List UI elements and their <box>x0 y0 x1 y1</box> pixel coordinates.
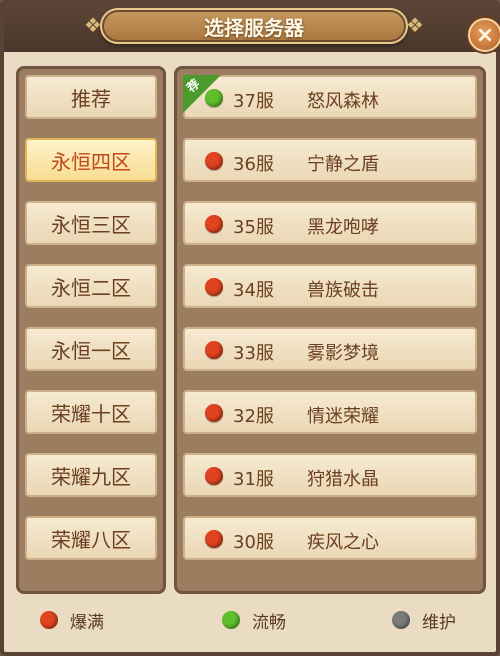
close-button[interactable]: × <box>468 18 500 52</box>
status-full-icon <box>40 611 58 629</box>
server-row-32[interactable]: 32服 情迷荣耀 <box>183 390 477 434</box>
title-bar: ❖ 选择服务器 ❖ <box>4 4 500 52</box>
zone-tab-eternal-4[interactable]: 永恒四区 <box>25 138 157 182</box>
server-number: 35服 <box>233 217 274 238</box>
status-full-icon <box>205 530 223 548</box>
zone-list-panel: 推荐 永恒四区 永恒三区 永恒二区 永恒一区 荣耀十区 荣耀九区 荣耀八区 <box>16 66 166 594</box>
legend-smooth: 流畅 <box>222 608 286 633</box>
status-maintenance-icon <box>392 611 410 629</box>
status-full-icon <box>205 215 223 233</box>
zone-label: 荣耀九区 <box>51 464 131 489</box>
zone-label: 永恒二区 <box>51 275 131 300</box>
server-name: 疾风之心 <box>307 532 379 553</box>
zone-label: 荣耀十区 <box>51 401 131 426</box>
server-name: 狩猎水晶 <box>307 469 379 490</box>
server-select-dialog: ❖ 选择服务器 ❖ × 推荐 永恒四区 永恒三区 永恒二区 永恒一区 荣耀十区 … <box>0 0 500 656</box>
server-row-36[interactable]: 36服 宁静之盾 <box>183 138 477 182</box>
zone-tab-eternal-3[interactable]: 永恒三区 <box>25 201 157 245</box>
legend-full: 爆满 <box>40 608 104 633</box>
status-full-icon <box>205 152 223 170</box>
zone-label: 永恒一区 <box>51 338 131 363</box>
server-name: 怒风森林 <box>307 91 379 112</box>
status-smooth-icon <box>205 89 223 107</box>
zone-label: 永恒三区 <box>51 212 131 237</box>
server-number: 32服 <box>233 406 274 427</box>
zone-label: 荣耀八区 <box>51 527 131 552</box>
server-number: 33服 <box>233 343 274 364</box>
legend-maintenance: 维护 <box>392 608 456 633</box>
zone-label: 永恒四区 <box>51 149 131 174</box>
zone-tab-glory-9[interactable]: 荣耀九区 <box>25 453 157 497</box>
server-name: 黑龙咆哮 <box>307 217 379 238</box>
legend-smooth-label: 流畅 <box>252 612 286 633</box>
server-name: 情迷荣耀 <box>307 406 379 427</box>
title-ornament-right: ❖ <box>406 13 424 37</box>
server-row-34[interactable]: 34服 兽族破击 <box>183 264 477 308</box>
server-list-panel: 荐 37服 怒风森林 36服 宁静之盾 35服 黑龙咆哮 34服 兽族破击 33… <box>174 66 486 594</box>
server-row-37[interactable]: 荐 37服 怒风森林 <box>183 75 477 119</box>
zone-tab-glory-10[interactable]: 荣耀十区 <box>25 390 157 434</box>
server-name: 宁静之盾 <box>307 154 379 175</box>
server-name: 雾影梦境 <box>307 343 379 364</box>
dialog-title: 选择服务器 <box>204 15 304 40</box>
status-full-icon <box>205 467 223 485</box>
legend-maintenance-label: 维护 <box>422 612 456 633</box>
server-row-30[interactable]: 30服 疾风之心 <box>183 516 477 560</box>
zone-tab-eternal-2[interactable]: 永恒二区 <box>25 264 157 308</box>
server-number: 34服 <box>233 280 274 301</box>
zone-tab-glory-8[interactable]: 荣耀八区 <box>25 516 157 560</box>
legend-full-label: 爆满 <box>70 612 104 633</box>
server-number: 31服 <box>233 469 274 490</box>
server-number: 37服 <box>233 91 274 112</box>
zone-tab-recommended[interactable]: 推荐 <box>25 75 157 119</box>
zone-tab-eternal-1[interactable]: 永恒一区 <box>25 327 157 371</box>
server-row-35[interactable]: 35服 黑龙咆哮 <box>183 201 477 245</box>
server-row-31[interactable]: 31服 狩猎水晶 <box>183 453 477 497</box>
server-row-33[interactable]: 33服 雾影梦境 <box>183 327 477 371</box>
status-full-icon <box>205 341 223 359</box>
server-number: 30服 <box>233 532 274 553</box>
close-icon: × <box>475 22 495 48</box>
server-number: 36服 <box>233 154 274 175</box>
status-full-icon <box>205 278 223 296</box>
status-smooth-icon <box>222 611 240 629</box>
title-plate: 选择服务器 <box>100 8 408 44</box>
zone-label: 推荐 <box>71 86 111 111</box>
server-name: 兽族破击 <box>307 280 379 301</box>
status-full-icon <box>205 404 223 422</box>
